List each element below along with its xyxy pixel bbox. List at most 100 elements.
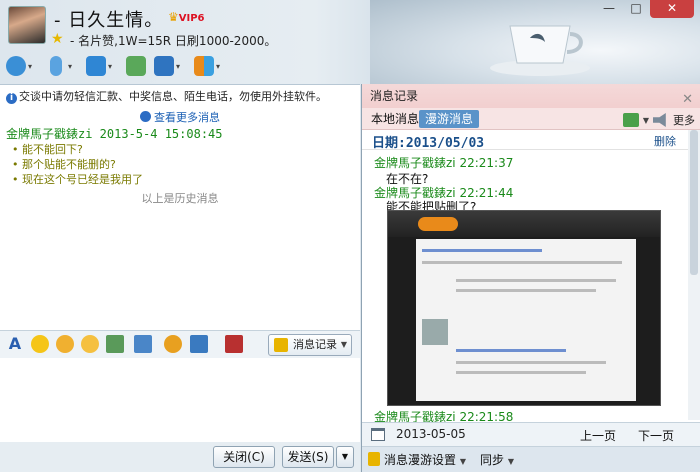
history-footer: 消息漫游设置 ▼ 同步 ▼ [362, 446, 700, 472]
star-icon[interactable]: ★ [51, 31, 64, 47]
view-more-messages-link[interactable]: 查看更多消息 [140, 109, 220, 125]
emoji-icon[interactable] [31, 335, 49, 353]
more-button[interactable]: 更多 [673, 112, 695, 128]
prev-page-button[interactable]: 上一页 [580, 427, 616, 444]
message-log-icon [274, 338, 288, 352]
screenshot-image[interactable] [387, 210, 661, 406]
security-notice: i 交谈中请勿轻信汇款、中奖信息、陌生电话，勿使用外挂软件。 [6, 88, 327, 104]
music-icon[interactable] [164, 335, 182, 353]
gift-icon[interactable] [225, 335, 243, 353]
add-contact-button[interactable] [124, 54, 148, 78]
delete-link[interactable]: 删除 [654, 133, 676, 149]
screenshot-avatar [422, 319, 448, 345]
send-screen-icon[interactable] [190, 335, 208, 353]
minimize-button[interactable]: — [596, 0, 622, 18]
history-current-date: 2013-05-05 [396, 427, 466, 441]
screenshot-content [416, 239, 636, 401]
history-date-row: 日期:2013/05/03 删除 [362, 130, 688, 151]
screenshot-line [456, 279, 616, 282]
message-log-label: 消息记录 [293, 338, 337, 351]
history-panel-title-text: 消息记录 [370, 89, 419, 103]
file-transfer-button[interactable]: ▾ [84, 54, 120, 78]
screen-share-button[interactable]: ▾ [152, 54, 188, 78]
image-icon[interactable] [134, 335, 152, 353]
next-page-label: 下一页 [638, 429, 675, 443]
font-icon[interactable]: A [6, 335, 24, 353]
history-message-text: 能不能回下? [22, 143, 83, 156]
history-date-label: 日期:2013/05/03 [372, 136, 485, 151]
video-camera-icon [6, 56, 26, 76]
chevron-down-icon: ▼ [507, 457, 514, 466]
screenshot-line [456, 361, 606, 364]
screenshot-line [422, 261, 622, 264]
send-options-button[interactable]: ▼ [336, 446, 354, 468]
chat-toolbar: ▾ ▾ ▾ ▾ ▾ [4, 54, 228, 80]
crown-icon: ♛ [168, 10, 179, 24]
history-tools: ▼ 更多 [622, 111, 695, 129]
tab-roaming-messages[interactable]: 漫游消息 [419, 110, 480, 128]
message-input[interactable] [0, 358, 360, 442]
history-divider-label: 以上是历史消息 [135, 192, 225, 205]
send-button[interactable]: 发送(S) [282, 446, 334, 468]
file-transfer-icon [86, 56, 106, 76]
action-bar: 关闭(C) 发送(S) ▼ [0, 442, 360, 472]
avatar[interactable] [8, 6, 46, 44]
roaming-settings-button[interactable]: 消息漫游设置 ▼ [368, 451, 466, 468]
speaker-icon[interactable] [653, 113, 666, 127]
screenshot-line [456, 289, 596, 292]
chevron-down-icon[interactable]: ▾ [216, 62, 226, 71]
chevron-down-icon[interactable]: ▾ [176, 62, 186, 71]
message-log-button[interactable]: 消息记录 ▼ [268, 334, 352, 356]
sync-button[interactable]: 同步 ▼ [480, 451, 514, 468]
vip-badge[interactable]: ♛VIP6 [168, 10, 205, 24]
history-message: • 那个贴能不能删的? [12, 158, 116, 171]
voice-call-button[interactable]: ▾ [44, 54, 80, 78]
add-contact-icon [126, 56, 146, 76]
chat-window-header: - 日久生情。 ♛VIP6 ★ - 名片赞,1W=15R 日刷1000-2000… [0, 0, 700, 84]
close-window-button[interactable]: ✕ [650, 0, 694, 18]
screenshot-line [422, 249, 542, 252]
maximize-button[interactable]: □ [623, 0, 649, 18]
teacup-illustration [490, 25, 590, 76]
vip-badge-label: VIP6 [178, 13, 205, 24]
message-history-panel: 消息记录 ✕ 本地消息 漫游消息 ▼ 更多 日期:2013/05/03 删除 金牌… [361, 84, 700, 472]
chevron-down-icon: ▼ [459, 457, 466, 466]
prev-page-label: 上一页 [580, 429, 617, 443]
contact-signature: - 名片赞,1W=15R 日刷1000-2000。 [70, 34, 277, 48]
chevron-down-icon[interactable]: ▾ [108, 62, 118, 71]
chevron-down-icon[interactable]: ▾ [68, 62, 78, 71]
export-icon[interactable] [622, 113, 639, 127]
security-notice-text: 交谈中请勿轻信汇款、中奖信息、陌生电话，勿使用外挂软件。 [19, 90, 327, 103]
shake-icon[interactable] [81, 335, 99, 353]
chevron-down-icon: ▼ [340, 340, 347, 349]
screenshot-line [456, 349, 566, 352]
clock-icon [140, 111, 151, 122]
history-scrollbar[interactable] [688, 130, 700, 420]
chat-message-area[interactable]: i 交谈中请勿轻信汇款、中奖信息、陌生电话，勿使用外挂软件。 查看更多消息 金牌馬… [0, 84, 360, 330]
settings-doc-icon [368, 452, 380, 466]
history-divider: 以上是历史消息 [0, 190, 360, 206]
history-message: • 现在这个号已经是我用了 [12, 173, 143, 186]
contact-nickname: - 日久生情。 [54, 10, 164, 31]
info-icon: i [6, 93, 17, 104]
tab-local-messages[interactable]: 本地消息 [365, 110, 425, 128]
screenshot-icon[interactable] [106, 335, 124, 353]
scrollbar-thumb[interactable] [690, 130, 698, 275]
calendar-icon[interactable] [371, 428, 385, 441]
screenshot-logo [418, 217, 458, 231]
chevron-down-icon[interactable]: ▾ [28, 62, 38, 71]
apps-button[interactable]: ▾ [192, 54, 228, 78]
history-pager: 2013-05-05 上一页 下一页 [362, 422, 700, 446]
roaming-settings-label: 消息漫游设置 [384, 453, 457, 467]
close-button[interactable]: 关闭(C) [213, 446, 275, 468]
sync-label: 同步 [480, 453, 505, 467]
next-page-button[interactable]: 下一页 [638, 427, 674, 444]
magic-emoji-icon[interactable] [56, 335, 74, 353]
history-tabs: 本地消息 漫游消息 ▼ 更多 [362, 108, 700, 130]
chevron-down-icon[interactable]: ▼ [643, 116, 649, 125]
video-call-button[interactable]: ▾ [4, 54, 40, 78]
view-more-messages-label: 查看更多消息 [154, 111, 220, 124]
history-message-text: 现在这个号已经是我用了 [22, 173, 143, 186]
history-sender: 金牌馬子戳錶zi 22:21:37 [374, 156, 514, 170]
apps-icon [194, 56, 214, 76]
